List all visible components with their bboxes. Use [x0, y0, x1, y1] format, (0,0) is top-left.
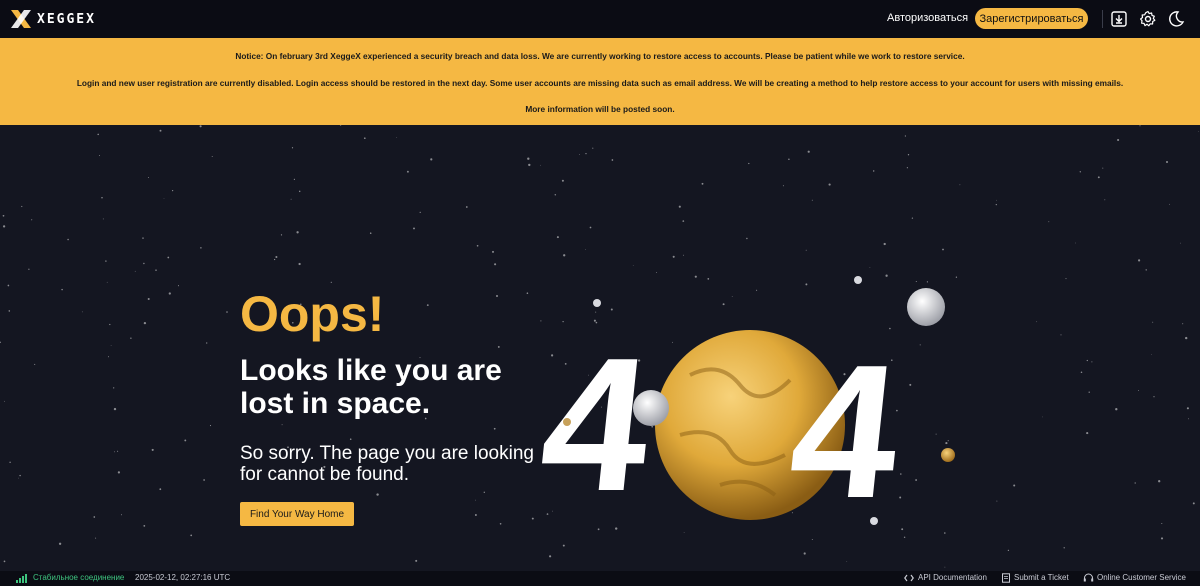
headset-icon [1083, 573, 1094, 582]
security-notice-banner: Notice: On february 3rd XeggeX experienc… [0, 38, 1200, 125]
online-customer-service-link[interactable]: Online Customer Service [1097, 573, 1186, 582]
submit-ticket-link[interactable]: Submit a Ticket [1014, 573, 1069, 582]
404-planet-illustration: 4 4 [540, 276, 955, 538]
error-404-section: Oops! Looks like you are lost in space. … [0, 125, 1200, 571]
login-link[interactable]: Авторизоваться [887, 12, 968, 24]
white-moon-medium [633, 390, 669, 426]
signal-icon [16, 574, 27, 583]
api-documentation-link[interactable]: API Documentation [918, 573, 987, 582]
nav-divider [1102, 10, 1103, 28]
status-footer: Стабильное соединение 2025-02-12, 02:27:… [0, 571, 1200, 586]
register-button[interactable]: Зарегистрироваться [975, 8, 1088, 29]
notice-line-1: Notice: On february 3rd XeggeX experienc… [235, 51, 965, 61]
xeggex-logo-icon [11, 10, 31, 28]
notice-line-3: More information will be posted soon. [525, 104, 675, 114]
gear-icon[interactable] [1139, 10, 1157, 28]
logo-text: XEGGEX [37, 11, 96, 27]
connection-status: Стабильное соединение [33, 573, 125, 582]
moon-icon[interactable] [1167, 10, 1185, 28]
digit-four-right: 4 [781, 326, 909, 537]
white-moon-large [907, 288, 945, 326]
not-found-message: So sorry. The page you are looking for c… [240, 443, 534, 485]
api-documentation-icon [904, 574, 914, 582]
server-timestamp: 2025-02-12, 02:27:16 UTC [135, 573, 231, 582]
download-icon[interactable] [1110, 10, 1128, 28]
notice-line-2: Login and new user registration are curr… [76, 78, 1124, 88]
xeggex-logo[interactable]: XEGGEX [10, 9, 96, 29]
digit-four-left: 4 [540, 319, 660, 530]
ticket-icon [1002, 573, 1010, 583]
oops-heading: Oops! [240, 286, 385, 342]
lost-in-space-heading: Looks like you are lost in space. [240, 354, 502, 420]
top-navigation-bar: XEGGEX Авторизоваться Зарегистрироваться [0, 0, 1200, 38]
find-way-home-button[interactable]: Find Your Way Home [240, 502, 354, 526]
